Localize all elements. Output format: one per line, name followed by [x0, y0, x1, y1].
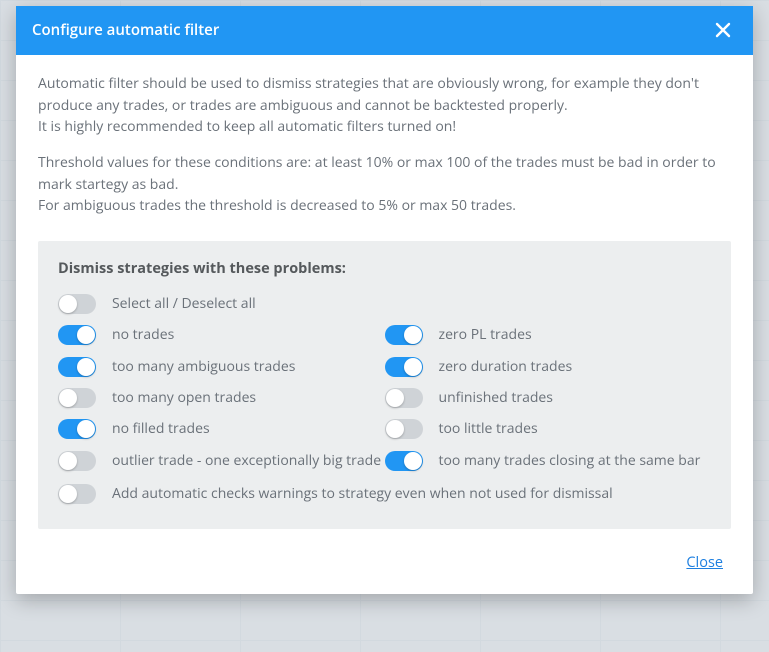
- configure-filter-modal: Configure automatic filter Automatic fil…: [16, 6, 753, 594]
- option-right-label: unfinished trades: [439, 386, 553, 408]
- select-all-toggle[interactable]: [58, 294, 96, 314]
- add-warnings-label: Add automatic checks warnings to strateg…: [112, 482, 613, 504]
- select-all-label: Select all / Deselect all: [112, 292, 256, 314]
- option-right-toggle[interactable]: [385, 451, 423, 471]
- intro-paragraph-2: Threshold values for these conditions ar…: [38, 152, 731, 217]
- option-right-toggle[interactable]: [385, 357, 423, 377]
- option-left-label: outlier trade - one exceptionally big tr…: [112, 449, 381, 471]
- options-right-col: zero PL trades zero duration trades unfini…: [385, 323, 712, 479]
- close-button[interactable]: Close: [686, 553, 723, 572]
- option-left-row: outlier trade - one exceptionally big tr…: [58, 449, 385, 471]
- option-left-toggle[interactable]: [58, 419, 96, 439]
- option-right-row: too many trades closing at the same bar: [385, 449, 712, 471]
- modal-title: Configure automatic filter: [32, 20, 219, 40]
- dismiss-panel: Dismiss strategies with these problems: …: [38, 241, 731, 529]
- modal-footer: Close: [16, 529, 753, 594]
- add-warnings-toggle[interactable]: [58, 484, 96, 504]
- modal-body: Automatic filter should be used to dismi…: [16, 55, 753, 231]
- option-left-toggle[interactable]: [58, 451, 96, 471]
- close-icon[interactable]: [709, 16, 737, 44]
- option-left-toggle[interactable]: [58, 357, 96, 377]
- panel-title: Dismiss strategies with these problems:: [58, 259, 711, 278]
- option-right-label: too little trades: [439, 417, 538, 439]
- option-right-row: zero duration trades: [385, 355, 712, 377]
- intro-paragraph-1: Automatic filter should be used to dismi…: [38, 73, 731, 138]
- option-left-row: no trades: [58, 323, 385, 345]
- option-right-toggle[interactable]: [385, 325, 423, 345]
- option-left-toggle[interactable]: [58, 325, 96, 345]
- option-left-label: no filled trades: [112, 417, 210, 439]
- option-right-label: zero duration trades: [439, 355, 573, 377]
- option-left-label: too many open trades: [112, 386, 256, 408]
- option-left-row: too many open trades: [58, 386, 385, 408]
- options-left-col: no trades too many ambiguous trades too ma…: [58, 323, 385, 479]
- option-right-row: unfinished trades: [385, 386, 712, 408]
- option-right-toggle[interactable]: [385, 388, 423, 408]
- option-left-toggle[interactable]: [58, 388, 96, 408]
- option-right-row: too little trades: [385, 417, 712, 439]
- option-right-label: zero PL trades: [439, 323, 532, 345]
- option-right-toggle[interactable]: [385, 419, 423, 439]
- option-right-label: too many trades closing at the same bar: [439, 449, 701, 471]
- options-columns: no trades too many ambiguous trades too ma…: [58, 323, 711, 479]
- footer-option-row: Add automatic checks warnings to strateg…: [58, 482, 711, 504]
- option-right-row: zero PL trades: [385, 323, 712, 345]
- select-all-row: Select all / Deselect all: [58, 292, 711, 314]
- option-left-row: no filled trades: [58, 417, 385, 439]
- option-left-label: too many ambiguous trades: [112, 355, 295, 377]
- modal-header: Configure automatic filter: [16, 6, 753, 55]
- option-left-row: too many ambiguous trades: [58, 355, 385, 377]
- option-left-label: no trades: [112, 323, 174, 345]
